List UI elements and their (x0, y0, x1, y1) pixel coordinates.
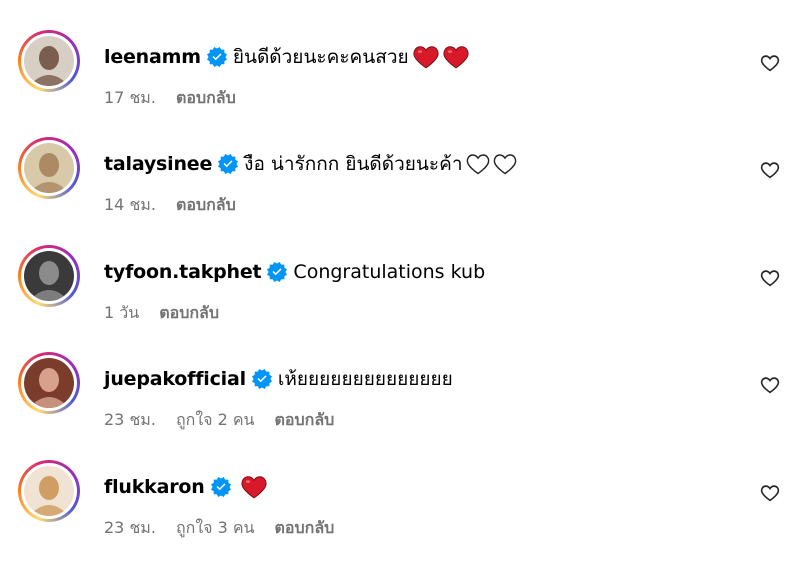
verified-badge-icon (251, 369, 272, 389)
heart-outline-icon[interactable] (758, 52, 782, 74)
comment-item: tyfoon.takphet Congratulations kub 1 วัน… (0, 245, 800, 345)
reply-button[interactable]: ตอบกลับ (176, 193, 236, 218)
comment-likes-count[interactable]: ถูกใจ 2 คน (176, 408, 255, 433)
avatar[interactable] (18, 460, 80, 522)
avatar-image (24, 466, 74, 516)
comment-time[interactable]: 17 ชม. (104, 86, 156, 111)
red-heart-emoji (443, 46, 469, 69)
avatar-image (24, 358, 74, 408)
comment-meta: 23 ชม. ถูกใจ 2 คน ตอบกลับ (104, 408, 354, 433)
red-heart-emoji (413, 46, 439, 69)
heart-outline-icon[interactable] (758, 482, 782, 504)
avatar[interactable] (18, 30, 80, 92)
comment-text: ยินดีด้วยนะคะคนสวย (232, 46, 409, 68)
comment-body: leenamm ยินดีด้วยนะคะคนสวย (104, 42, 469, 72)
comment-meta: 1 วัน ตอบกลับ (104, 301, 239, 326)
red-heart-emoji (241, 476, 267, 499)
verified-badge-icon (206, 47, 227, 67)
avatar-image (24, 251, 74, 301)
comment-time[interactable]: 14 ชม. (104, 193, 156, 218)
heart-outline-icon[interactable] (758, 159, 782, 181)
verified-badge-icon (210, 477, 231, 497)
comment-username[interactable]: leenamm (104, 46, 201, 68)
comment-text: Congratulations kub (293, 261, 486, 283)
white-heart-emoji (493, 154, 516, 175)
comment-text: เห้ยยยยยยยยยยยยยย (277, 368, 453, 390)
comment-username[interactable]: tyfoon.takphet (104, 261, 262, 283)
reply-button[interactable]: ตอบกลับ (159, 301, 219, 326)
comment-item: leenamm ยินดีด้วยนะคะคนสวย 17 ชม. ตอบกลั… (0, 30, 800, 130)
comment-meta: 17 ชม. ตอบกลับ (104, 86, 256, 111)
verified-badge-icon (218, 154, 239, 174)
comment-likes-count[interactable]: ถูกใจ 3 คน (176, 516, 255, 541)
comment-list: leenamm ยินดีด้วยนะคะคนสวย 17 ชม. ตอบกลั… (0, 0, 800, 564)
comment-body: tyfoon.takphet Congratulations kub (104, 257, 485, 287)
comment-body: talaysinee งือ น่ารักกก ยินดีด้วยนะค้า (104, 149, 517, 179)
white-heart-emoji (466, 154, 489, 175)
avatar-image (24, 143, 74, 193)
comment-body: juepakofficial เห้ยยยยยยยยยยยยยย (104, 364, 453, 394)
comment-username[interactable]: flukkaron (104, 476, 205, 498)
comment-username[interactable]: talaysinee (104, 153, 212, 175)
comment-item: juepakofficial เห้ยยยยยยยยยยยยยย 23 ชม. … (0, 352, 800, 452)
avatar-image (24, 36, 74, 86)
comment-item: flukkaron 23 ชม. ถูกใจ 3 คน ตอบกลับ (0, 460, 800, 560)
reply-button[interactable]: ตอบกลับ (275, 408, 335, 433)
avatar[interactable] (18, 137, 80, 199)
heart-outline-icon[interactable] (758, 374, 782, 396)
comment-time[interactable]: 23 ชม. (104, 408, 156, 433)
verified-badge-icon (267, 262, 288, 282)
avatar[interactable] (18, 245, 80, 307)
reply-button[interactable]: ตอบกลับ (275, 516, 335, 541)
comment-item: talaysinee งือ น่ารักกก ยินดีด้วยนะค้า 1… (0, 137, 800, 237)
comment-username[interactable]: juepakofficial (104, 368, 246, 390)
comment-body: flukkaron (104, 472, 267, 502)
reply-button[interactable]: ตอบกลับ (176, 86, 236, 111)
comment-meta: 14 ชม. ตอบกลับ (104, 193, 256, 218)
heart-outline-icon[interactable] (758, 267, 782, 289)
avatar[interactable] (18, 352, 80, 414)
comment-time[interactable]: 1 วัน (104, 301, 139, 326)
comment-time[interactable]: 23 ชม. (104, 516, 156, 541)
comment-text: งือ น่ารักกก ยินดีด้วยนะค้า (244, 153, 463, 175)
comment-meta: 23 ชม. ถูกใจ 3 คน ตอบกลับ (104, 516, 354, 541)
